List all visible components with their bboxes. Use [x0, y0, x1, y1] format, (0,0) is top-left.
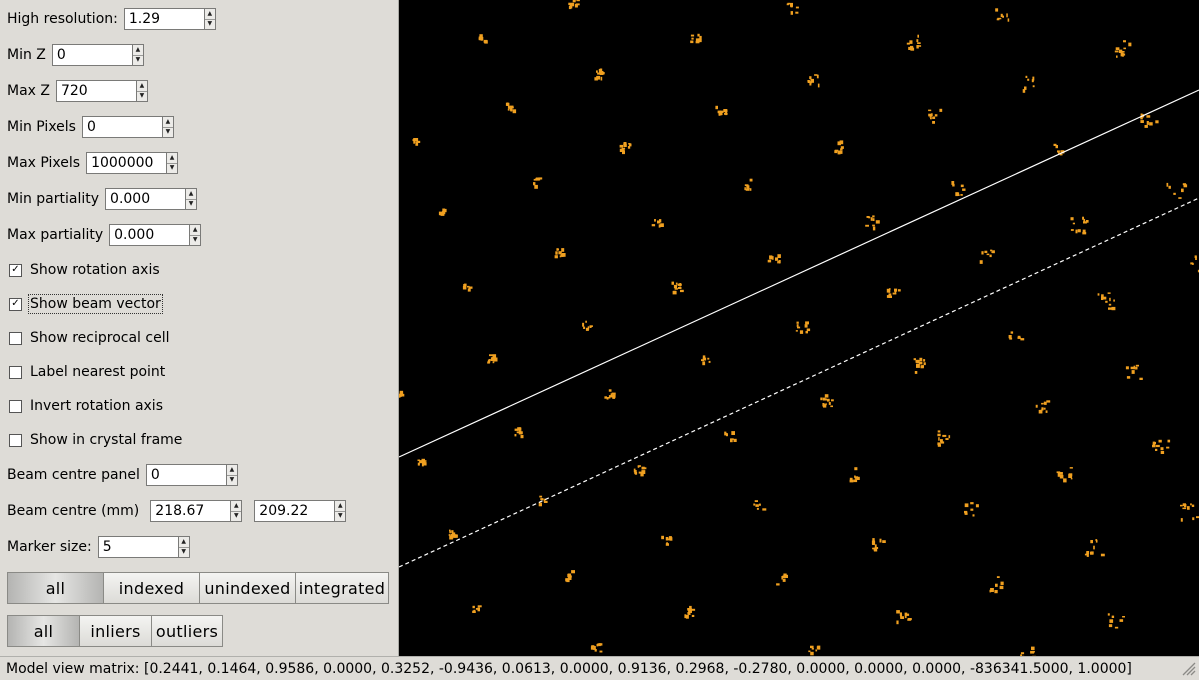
min-partiality-spinbox[interactable]: ▲▼ [105, 188, 198, 210]
spin-down-icon[interactable]: ▼ [205, 20, 215, 30]
marker-size-row: Marker size: ▲▼ [7, 535, 190, 559]
min-partiality-row: Min partiality ▲▼ [7, 187, 198, 211]
checkbox-box[interactable] [9, 331, 22, 345]
outlier-all-button[interactable]: all [7, 615, 80, 647]
reflection-filter-toggle-group: all indexed unindexed integrated [7, 572, 389, 604]
filter-all-button[interactable]: all [7, 572, 104, 604]
spin-up-icon[interactable]: ▲ [186, 189, 197, 200]
spin-up-icon[interactable]: ▲ [226, 465, 237, 476]
outlier-outliers-button[interactable]: outliers [151, 615, 223, 647]
spin-down-icon[interactable]: ▼ [137, 92, 147, 102]
high-resolution-row: High resolution: ▲▼ [7, 7, 216, 31]
marker-size-input[interactable] [97, 536, 178, 558]
min-z-spinbox[interactable]: ▲▼ [51, 44, 144, 66]
spin-down-icon[interactable]: ▼ [179, 548, 189, 558]
max-pixels-row: Max Pixels ▲▼ [7, 151, 179, 175]
max-pixels-label: Max Pixels [7, 155, 81, 171]
spin-up-icon[interactable]: ▲ [136, 81, 147, 92]
high-resolution-label: High resolution: [7, 11, 118, 27]
beam-centre-y-spinbox[interactable]: ▲▼ [254, 500, 347, 522]
beam-centre-panel-input[interactable] [145, 464, 226, 486]
checkbox-box[interactable] [9, 365, 22, 379]
min-pixels-input[interactable] [81, 116, 162, 138]
beam-centre-y-input[interactable] [254, 500, 335, 522]
beam-centre-mm-row: Beam centre (mm) ▲▼ ▲▼ [7, 499, 347, 523]
max-z-input[interactable] [55, 80, 136, 102]
show-beam-vector-label[interactable]: Show beam vector [28, 294, 163, 314]
outlier-filter-toggle-group: all inliers outliers [7, 615, 223, 647]
checkbox-box[interactable]: ✓ [9, 297, 22, 311]
spin-up-icon[interactable]: ▲ [204, 9, 215, 20]
beam-centre-panel-spinbox[interactable]: ▲▼ [145, 464, 238, 486]
spin-up-icon[interactable]: ▲ [162, 117, 173, 128]
filter-integrated-button[interactable]: integrated [295, 572, 389, 604]
lattice-canvas[interactable] [399, 0, 1199, 656]
spin-down-icon[interactable]: ▼ [335, 512, 345, 522]
max-z-label: Max Z [7, 83, 50, 99]
beam-centre-panel-label: Beam centre panel [7, 467, 140, 483]
beam-centre-mm-label: Beam centre (mm) [7, 503, 140, 519]
marker-size-label: Marker size: [7, 539, 92, 555]
show-beam-vector-checkbox[interactable]: ✓ Show beam vector [9, 293, 163, 315]
min-pixels-spinbox[interactable]: ▲▼ [81, 116, 174, 138]
spin-down-icon[interactable]: ▼ [186, 200, 196, 210]
max-pixels-spinbox[interactable]: ▲▼ [86, 152, 179, 174]
reciprocal-lattice-viewer[interactable] [399, 0, 1199, 656]
resize-grip-icon[interactable] [1180, 660, 1196, 676]
invert-rotation-axis-checkbox[interactable]: Invert rotation axis [9, 395, 164, 417]
high-resolution-input[interactable] [123, 8, 204, 30]
marker-size-spinbox[interactable]: ▲▼ [97, 536, 190, 558]
show-in-crystal-frame-checkbox[interactable]: Show in crystal frame [9, 429, 183, 451]
spin-down-icon[interactable]: ▼ [227, 476, 237, 486]
show-reciprocal-cell-label[interactable]: Show reciprocal cell [29, 329, 170, 347]
min-partiality-label: Min partiality [7, 191, 100, 207]
spin-up-icon[interactable]: ▲ [178, 537, 189, 548]
show-reciprocal-cell-checkbox[interactable]: Show reciprocal cell [9, 327, 170, 349]
spin-down-icon[interactable]: ▼ [190, 236, 200, 246]
spin-down-icon[interactable]: ▼ [231, 512, 241, 522]
min-z-row: Min Z ▲▼ [7, 43, 144, 67]
max-partiality-label: Max partiality [7, 227, 104, 243]
show-in-crystal-frame-label[interactable]: Show in crystal frame [29, 431, 183, 449]
min-pixels-label: Min Pixels [7, 119, 76, 135]
show-rotation-axis-label[interactable]: Show rotation axis [29, 261, 161, 279]
beam-centre-x-spinbox[interactable]: ▲▼ [150, 500, 243, 522]
spin-up-icon[interactable]: ▲ [167, 153, 178, 164]
control-panel: High resolution: ▲▼ Min Z ▲▼ Max Z ▲▼ Mi… [0, 0, 399, 656]
spin-up-icon[interactable]: ▲ [132, 45, 143, 56]
min-z-label: Min Z [7, 47, 46, 63]
min-pixels-row: Min Pixels ▲▼ [7, 115, 174, 139]
invert-rotation-axis-label[interactable]: Invert rotation axis [29, 397, 164, 415]
outlier-inliers-button[interactable]: inliers [79, 615, 152, 647]
max-partiality-row: Max partiality ▲▼ [7, 223, 202, 247]
beam-centre-x-input[interactable] [150, 500, 231, 522]
beam-centre-panel-row: Beam centre panel ▲▼ [7, 463, 238, 487]
spin-down-icon[interactable]: ▼ [163, 128, 173, 138]
label-nearest-point-checkbox[interactable]: Label nearest point [9, 361, 166, 383]
check-icon: ✓ [11, 298, 20, 309]
filter-indexed-button[interactable]: indexed [103, 572, 200, 604]
min-partiality-input[interactable] [105, 188, 186, 210]
high-resolution-spinbox[interactable]: ▲▼ [123, 8, 216, 30]
max-partiality-spinbox[interactable]: ▲▼ [109, 224, 202, 246]
spin-down-icon[interactable]: ▼ [133, 56, 143, 66]
checkbox-box[interactable] [9, 433, 22, 447]
model-view-matrix-text: Model view matrix: [0.2441, 0.1464, 0.95… [6, 660, 1132, 677]
max-z-spinbox[interactable]: ▲▼ [55, 80, 148, 102]
spin-up-icon[interactable]: ▲ [190, 225, 201, 236]
checkbox-box[interactable] [9, 399, 22, 413]
checkbox-box[interactable]: ✓ [9, 263, 22, 277]
max-z-row: Max Z ▲▼ [7, 79, 148, 103]
filter-unindexed-button[interactable]: unindexed [199, 572, 296, 604]
max-pixels-input[interactable] [86, 152, 167, 174]
spin-down-icon[interactable]: ▼ [167, 164, 177, 174]
spin-up-icon[interactable]: ▲ [335, 501, 346, 512]
label-nearest-point-label[interactable]: Label nearest point [29, 363, 166, 381]
max-partiality-input[interactable] [109, 224, 190, 246]
min-z-input[interactable] [51, 44, 132, 66]
show-rotation-axis-checkbox[interactable]: ✓ Show rotation axis [9, 259, 161, 281]
status-bar: Model view matrix: [0.2441, 0.1464, 0.95… [0, 656, 1199, 680]
check-icon: ✓ [11, 264, 20, 275]
spin-up-icon[interactable]: ▲ [231, 501, 242, 512]
